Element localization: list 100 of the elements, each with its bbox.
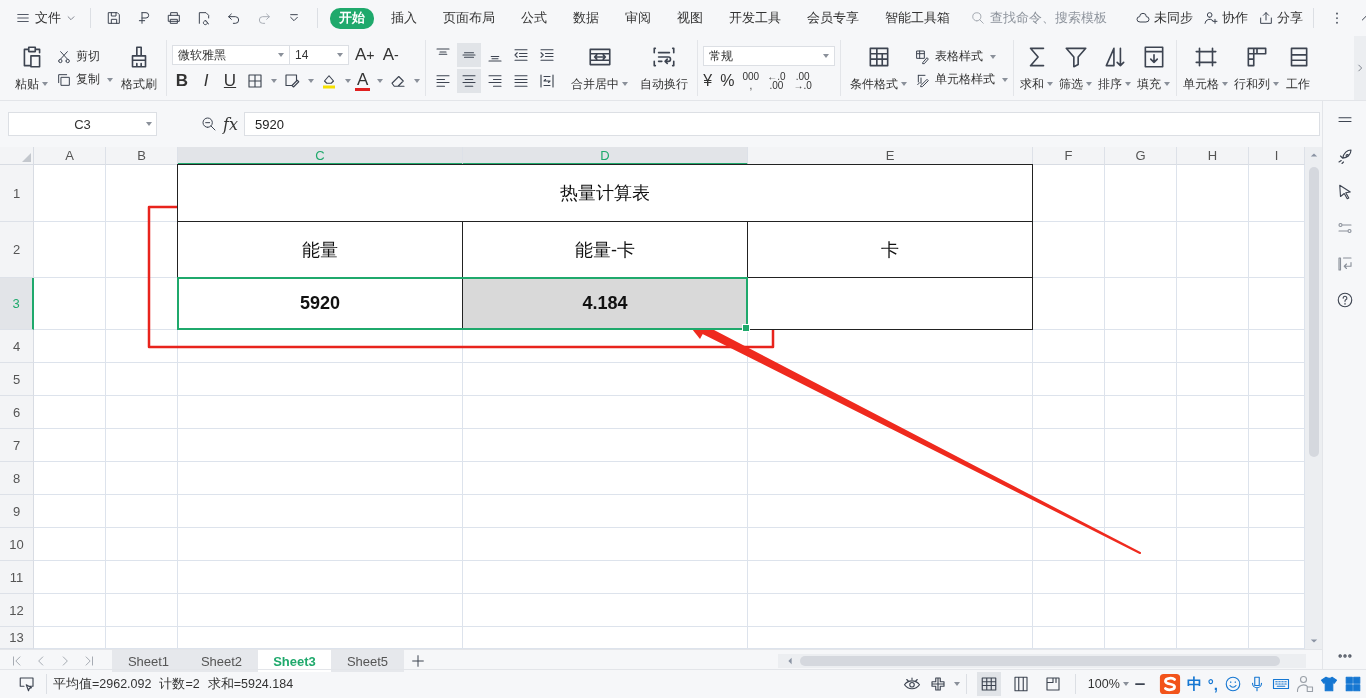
merge-center-button[interactable]: 合并居中 — [567, 41, 633, 95]
ribbon-tab[interactable]: 插入 — [382, 7, 426, 29]
caret-icon — [1222, 82, 1229, 86]
align-middle-icon[interactable] — [457, 43, 482, 67]
highlight-icon[interactable] — [320, 72, 338, 90]
number-format-button[interactable]: .00 →.0 — [793, 72, 812, 90]
conditional-format-button[interactable]: 条件格式 — [846, 41, 912, 95]
column-header[interactable]: B — [106, 147, 178, 165]
crosshair-icon[interactable] — [928, 675, 947, 693]
shirt-icon[interactable] — [1320, 675, 1338, 693]
scroll-left-icon[interactable] — [786, 657, 794, 665]
ribbon-tab[interactable]: 数据 — [564, 7, 608, 29]
input-method-logo-icon[interactable] — [1158, 673, 1181, 695]
ribbon-tab[interactable]: 开发工具 — [720, 7, 790, 29]
smiley-icon[interactable] — [1224, 675, 1242, 693]
borders-icon[interactable] — [246, 72, 264, 90]
zoom-icon[interactable] — [201, 116, 217, 132]
row-header[interactable]: 13 — [0, 627, 34, 649]
wrap-text-button[interactable]: 自动换行 — [636, 41, 693, 95]
sheet-tab[interactable]: Sheet5 — [331, 650, 404, 672]
cells-button[interactable]: 单元格 — [1182, 41, 1230, 95]
vertical-scrollbar[interactable] — [1305, 147, 1322, 649]
column-header[interactable]: I — [1249, 147, 1305, 165]
search-field[interactable]: 查找命令、搜索模板 — [971, 10, 1121, 26]
print-preview-icon[interactable] — [196, 10, 212, 26]
row-header[interactable]: 12 — [0, 594, 34, 627]
normal-view-icon[interactable] — [976, 672, 1001, 696]
editing-button[interactable]: 求和 — [1019, 41, 1055, 95]
row-header[interactable]: 11 — [0, 561, 34, 594]
font-family-dropdown[interactable]: 微软雅黑 — [172, 45, 290, 65]
font-size-dropdown[interactable]: 14 — [289, 45, 349, 65]
style-button[interactable]: 表格样式 — [915, 48, 1009, 65]
cells-button[interactable]: 工作 — [1284, 41, 1313, 95]
number-format-button[interactable]: ←.0 .00 — [767, 72, 786, 90]
text-style-button[interactable]: U — [220, 71, 240, 91]
row-header[interactable]: 2 — [0, 222, 34, 278]
sheet-tab[interactable]: Sheet1 — [112, 650, 185, 672]
chevron-right-icon — [1355, 63, 1365, 73]
zoom-level[interactable]: 100% — [1087, 677, 1120, 691]
ribbon-tab[interactable]: 智能工具箱 — [876, 7, 959, 29]
number-format-button[interactable]: ¥ — [703, 72, 713, 90]
number-format-button[interactable]: % — [720, 72, 735, 90]
formula-field[interactable]: 5920 — [243, 112, 1320, 136]
row-header[interactable]: 1 — [0, 165, 34, 222]
ribbon-tab[interactable]: 页面布局 — [434, 7, 504, 29]
row-header[interactable]: 4 — [0, 330, 34, 363]
number-format-dropdown[interactable]: 常规 — [703, 46, 836, 66]
horizontal-scrollbar[interactable] — [778, 654, 1306, 668]
align-center-icon[interactable] — [457, 69, 482, 93]
ribbon-tab[interactable]: 审阅 — [616, 7, 660, 29]
row-header[interactable]: 6 — [0, 396, 34, 429]
column-header[interactable]: G — [1105, 147, 1177, 165]
column-header[interactable]: A — [34, 147, 106, 165]
editing-button[interactable]: 填充 — [1136, 41, 1172, 95]
function-button[interactable]: fx — [223, 114, 238, 134]
toolbar-button[interactable]: 分享 — [1258, 9, 1303, 27]
scroll-up-icon[interactable] — [1309, 151, 1318, 159]
caret-icon — [337, 53, 343, 57]
scroll-down-icon[interactable] — [1309, 637, 1318, 645]
toolbar-button[interactable]: 未同步 — [1135, 9, 1193, 27]
number-format-button[interactable]: 000 , — [742, 72, 760, 90]
row-header[interactable]: 8 — [0, 462, 34, 495]
sheet-tab[interactable]: Sheet2 — [185, 650, 258, 672]
cut-button[interactable]: 剪切 — [56, 48, 113, 65]
column-header[interactable]: H — [1177, 147, 1249, 165]
editing-button[interactable]: 排序 — [1097, 41, 1133, 95]
font-color-button[interactable]: A — [355, 71, 371, 91]
print-icon[interactable] — [166, 10, 182, 26]
cell-fill-icon[interactable] — [283, 72, 301, 90]
row-header[interactable]: 9 — [0, 495, 34, 528]
macro-icon[interactable] — [18, 675, 36, 693]
ribbon-tab[interactable]: 会员专享 — [798, 7, 868, 29]
style-button[interactable]: 单元格样式 — [915, 71, 1009, 88]
input-mode-toggle[interactable]: 中 — [1186, 674, 1202, 694]
table-cell: 4.184 — [462, 277, 748, 330]
punctuation-toggle[interactable]: °, — [1207, 675, 1218, 693]
row-header[interactable]: 5 — [0, 363, 34, 396]
paste-button[interactable]: 粘贴 — [11, 41, 52, 95]
undo-icon[interactable] — [226, 10, 242, 26]
format-painter-button[interactable]: 格式刷 — [117, 41, 161, 95]
transfer-icon[interactable] — [1335, 255, 1354, 273]
name-box[interactable]: C3 — [8, 112, 157, 136]
cells-button[interactable]: 行和列 — [1233, 41, 1281, 95]
help-icon[interactable] — [1335, 291, 1354, 309]
caret-icon — [42, 82, 48, 86]
row-header[interactable]: 7 — [0, 429, 34, 462]
save-icon[interactable] — [106, 10, 122, 26]
text-style-button[interactable]: B — [172, 71, 192, 91]
file-menu-button[interactable]: 文件 — [12, 9, 80, 27]
toolbar-button[interactable]: 协作 — [1203, 9, 1248, 27]
text-style-button[interactable]: I — [196, 71, 216, 91]
row-header[interactable]: 10 — [0, 528, 34, 561]
editing-button[interactable]: 筛选 — [1058, 41, 1094, 95]
grid-menu-icon[interactable] — [1344, 675, 1362, 693]
ribbon-tab[interactable]: 视图 — [668, 7, 712, 29]
column-header[interactable]: F — [1033, 147, 1105, 165]
copy-button[interactable]: 复制 — [56, 71, 113, 88]
column-header[interactable]: E — [748, 147, 1033, 165]
ribbon-tab[interactable]: 公式 — [512, 7, 556, 29]
add-sheet-icon[interactable] — [410, 653, 426, 669]
